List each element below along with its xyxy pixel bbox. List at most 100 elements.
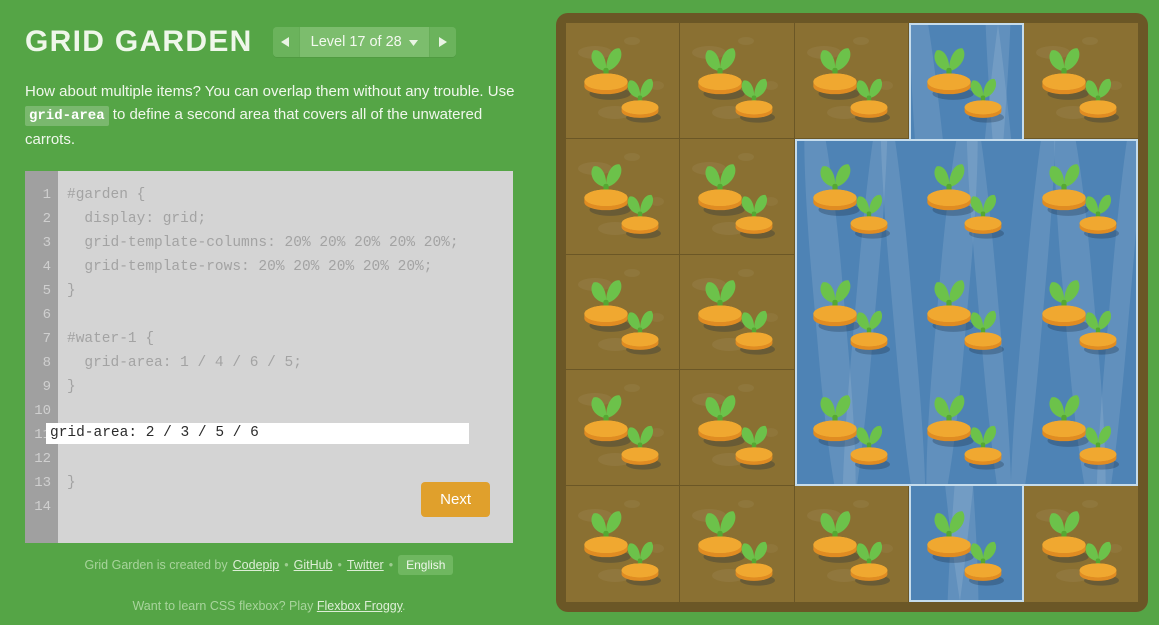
soil-texture-spot	[852, 500, 869, 509]
flexbox-froggy-link[interactable]: Flexbox Froggy	[317, 599, 402, 613]
line-number: 7	[42, 331, 51, 347]
soil-texture-spot	[764, 196, 779, 206]
separator-2: •	[337, 558, 342, 572]
next-button[interactable]: Next	[421, 482, 490, 517]
line-number: 2	[42, 211, 51, 227]
garden-cell	[680, 370, 795, 487]
code-editor[interactable]: 1 2 3 4 5 6 7 8 9 10 11 12 13 14 #garden { display: g…	[25, 171, 513, 543]
garden-cell	[566, 486, 681, 602]
garden-cell	[680, 486, 795, 602]
next-level-button[interactable]	[429, 27, 456, 57]
line-number: 5	[42, 283, 51, 299]
soil-texture-spot	[624, 268, 640, 277]
caret-down-icon	[408, 33, 418, 51]
separator-3: •	[388, 558, 394, 572]
soil-texture-spot	[1107, 81, 1122, 90]
code-line: grid-template-columns: 20% 20% 20% 20% 2…	[67, 235, 459, 251]
level-dropdown-label: Level 17 of 28	[310, 34, 402, 50]
soil-texture-spot	[738, 37, 755, 45]
soil-texture-spot	[650, 81, 664, 90]
level-dropdown[interactable]: Level 17 of 28	[298, 27, 430, 57]
triangle-left-icon	[280, 36, 291, 48]
line-number: 10	[34, 403, 51, 419]
flexbox-prefix: Want to learn CSS flexbox? Play	[132, 599, 314, 613]
soil-texture-spot	[650, 312, 664, 322]
code-line: }	[67, 283, 76, 299]
soil-texture-spot	[738, 500, 755, 509]
soil-texture-spot	[1081, 500, 1098, 509]
left-panel: GRID GARDEN Level 17 of 28 How about mul…	[0, 0, 540, 625]
previous-level-button[interactable]	[272, 27, 299, 57]
soil-texture-spot	[764, 544, 779, 554]
soil-texture-spot	[878, 81, 893, 90]
garden-cell	[566, 138, 681, 255]
garden-cell	[1024, 486, 1138, 602]
garden-cell	[566, 23, 681, 139]
github-link[interactable]: GitHub	[294, 558, 333, 572]
css-code-input[interactable]	[46, 423, 469, 444]
code-line: display: grid;	[67, 211, 207, 227]
soil-texture-spot	[738, 384, 755, 393]
soil-texture-spot	[764, 312, 779, 322]
code-line: grid-area: 1 / 4 / 6 / 5;	[67, 355, 302, 371]
garden-cell	[1023, 23, 1138, 139]
water-wave	[1004, 140, 1062, 485]
soil-texture-spot	[650, 544, 664, 554]
soil-texture-spot	[624, 37, 640, 45]
separator-1: •	[284, 558, 289, 572]
soil-texture-spot	[624, 500, 640, 509]
line-number: 3	[42, 235, 51, 251]
line-number-gutter: 1 2 3 4 5 6 7 8 9 10 11 12 13 14	[25, 171, 58, 543]
instructions-part-1: How about multiple items? You can overla…	[25, 83, 515, 100]
garden-cell	[795, 486, 910, 602]
line-number: 4	[42, 259, 51, 275]
garden-cell	[680, 138, 795, 255]
triangle-right-icon	[437, 36, 448, 48]
soil-texture-spot	[650, 428, 664, 438]
flexbox-suffix: .	[402, 599, 406, 613]
line-number: 12	[34, 451, 51, 467]
garden-grid	[566, 23, 1138, 602]
garden-cell	[680, 254, 795, 371]
soil-texture-spot	[650, 196, 664, 206]
soil-texture-spot	[1081, 37, 1098, 45]
twitter-link[interactable]: Twitter	[347, 558, 384, 572]
code-line: }	[67, 379, 76, 395]
water-wave	[960, 140, 1018, 485]
code-line: #garden {	[67, 187, 146, 203]
soil-texture-spot	[738, 152, 755, 161]
soil-texture-spot	[624, 152, 640, 161]
line-number: 14	[34, 499, 51, 515]
line-number: 1	[42, 187, 51, 203]
header-row: GRID GARDEN Level 17 of 28	[25, 20, 515, 64]
line-number: 6	[42, 307, 51, 323]
footer: Grid Garden is created by Codepip • GitH…	[25, 555, 513, 613]
soil-texture-spot	[878, 544, 893, 554]
flexbox-promo-line: Want to learn CSS flexbox? Play Flexbox …	[25, 599, 513, 613]
line-number: 13	[34, 475, 51, 491]
garden-cell	[794, 23, 910, 139]
water-region-water-2	[794, 138, 1138, 487]
line-number: 9	[42, 379, 51, 395]
soil-texture-spot	[852, 37, 869, 45]
credits-line: Grid Garden is created by Codepip • GitH…	[25, 555, 513, 575]
water-wave	[874, 140, 932, 485]
code-line: grid-template-rows: 20% 20% 20% 20% 20%;	[67, 259, 433, 275]
code-line: #water-1 {	[67, 331, 155, 347]
soil-texture-spot	[764, 81, 779, 90]
instructions-text: How about multiple items? You can overla…	[25, 80, 515, 151]
garden-cell	[566, 370, 681, 487]
inline-code-grid-area: grid-area	[25, 106, 109, 126]
soil-texture-spot	[624, 384, 640, 393]
soil-texture-spot	[1107, 544, 1122, 554]
soil-texture-spot	[738, 268, 755, 277]
codepip-link[interactable]: Codepip	[233, 558, 280, 572]
soil-texture-spot	[764, 428, 779, 438]
page-title: GRID GARDEN	[25, 25, 253, 58]
level-selector: Level 17 of 28	[272, 27, 456, 57]
language-button[interactable]: English	[398, 555, 454, 575]
line-number: 8	[42, 355, 51, 371]
